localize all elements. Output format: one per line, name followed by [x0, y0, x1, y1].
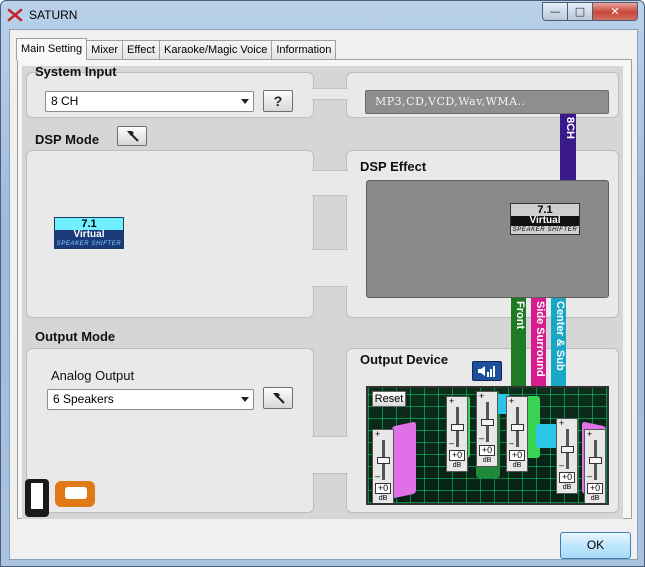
gain-unit: dB: [590, 495, 600, 502]
plus-label: +: [559, 418, 565, 428]
plus-label: +: [587, 429, 593, 439]
volume-slider[interactable]: + – +0 dB: [372, 429, 394, 503]
volume-slider[interactable]: + – +0 dB: [584, 429, 606, 503]
plus-label: +: [449, 396, 455, 406]
slider-thumb[interactable]: [451, 424, 464, 431]
volume-slider[interactable]: + – +0 dB: [446, 396, 468, 472]
dsp-mode-logo-button[interactable]: 7.1 Virtual SPEAKER SHIFTER: [54, 217, 124, 249]
minus-label: –: [449, 438, 455, 448]
connector: [312, 170, 348, 196]
speaker-front-left[interactable]: [392, 421, 416, 499]
help-label: ?: [273, 93, 283, 109]
gain-value: +0: [449, 450, 465, 461]
minus-label: –: [375, 471, 381, 481]
output-mode-select[interactable]: 6 Speakers: [47, 389, 254, 410]
window-controls: — □ ✕: [542, 2, 638, 21]
bar-center-sub: Center & Sub: [551, 298, 566, 386]
output-device-button[interactable]: [472, 361, 502, 381]
dsp-mode-settings-button[interactable]: [117, 126, 147, 146]
dsp-mode-title: DSP Mode: [35, 132, 100, 147]
hammer-icon: [127, 131, 139, 142]
system-input-value: 8 CH: [51, 94, 79, 108]
minus-label: –: [559, 460, 565, 470]
hammer-icon: [273, 393, 285, 404]
tab-information[interactable]: Information: [271, 40, 337, 60]
logo-line2: Virtual: [511, 216, 579, 226]
system-input-title: System Input: [35, 64, 117, 79]
plus-label: +: [479, 391, 485, 401]
minus-label: –: [479, 433, 485, 443]
slider-thumb[interactable]: [561, 446, 574, 453]
output-mode-title: Output Mode: [35, 329, 116, 344]
title-bar[interactable]: SATURN — □ ✕: [1, 1, 644, 29]
gain-unit: dB: [512, 462, 522, 469]
gain-unit: dB: [562, 484, 572, 491]
system-input-select[interactable]: 8 CH: [45, 91, 254, 112]
logo-line2: Virtual: [55, 230, 123, 240]
gain-unit: dB: [482, 457, 492, 464]
connector: [312, 436, 348, 474]
dsp-effect-screen: 7.1 Virtual SPEAKER SHIFTER: [366, 180, 609, 298]
plus-label: +: [509, 396, 515, 406]
close-button[interactable]: ✕: [593, 2, 638, 21]
plus-label: +: [375, 429, 381, 439]
input-sources-display: MP3,CD,VCD,Wav,WMA..: [365, 90, 609, 114]
minus-label: –: [509, 438, 515, 448]
connector: [312, 88, 348, 100]
slider-thumb[interactable]: [377, 457, 390, 464]
volume-slider[interactable]: + – +0 dB: [476, 391, 498, 467]
gain-value: +0: [559, 472, 575, 483]
slider-thumb[interactable]: [481, 419, 494, 426]
tab-main-setting[interactable]: Main Setting: [16, 38, 88, 60]
logo-line3: SPEAKER SHIFTER: [512, 227, 578, 233]
chevron-down-icon: [241, 397, 249, 402]
analog-output-label: Analog Output: [51, 368, 135, 383]
gain-value: +0: [479, 445, 495, 456]
output-device-title: Output Device: [360, 352, 449, 367]
bar-front: Front: [511, 298, 526, 386]
chevron-down-icon: [241, 99, 249, 104]
gain-value: +0: [509, 450, 525, 461]
slider-thumb[interactable]: [511, 424, 524, 431]
gain-value: +0: [587, 483, 603, 494]
volume-slider[interactable]: + – +0 dB: [556, 418, 578, 494]
minimize-button[interactable]: —: [542, 2, 568, 21]
connector: [312, 249, 348, 287]
output-mode-settings-button[interactable]: [263, 387, 293, 409]
maximize-button[interactable]: □: [568, 2, 593, 21]
window-title: SATURN: [29, 8, 78, 22]
gain-unit: dB: [452, 462, 462, 469]
help-button[interactable]: ?: [263, 90, 293, 112]
app-logo-icon: [7, 8, 23, 22]
output-mode-value: 6 Speakers: [53, 392, 114, 406]
tab-strip: Main Setting Mixer Effect Karaoke/Magic …: [16, 38, 337, 60]
bar-8ch: 8CH: [560, 114, 576, 180]
slider-thumb[interactable]: [589, 457, 602, 464]
speaker-volume-icon: [478, 366, 495, 377]
minus-label: –: [587, 471, 593, 481]
gain-unit: dB: [378, 495, 388, 502]
tab-effect[interactable]: Effect: [122, 40, 160, 60]
app-window: SATURN — □ ✕ Main Setting Mixer Effect K…: [0, 0, 645, 567]
reset-button[interactable]: Reset: [372, 391, 406, 407]
dsp-effect-logo: 7.1 Virtual SPEAKER SHIFTER: [510, 203, 580, 235]
gain-value: +0: [375, 483, 391, 494]
ok-button[interactable]: OK: [560, 532, 631, 559]
watermark-logo-icon: [25, 479, 95, 517]
logo-line3: SPEAKER SHIFTER: [55, 240, 123, 248]
speaker-layout-display: Reset + – +0 dB + – +0 dB + – +0 dB + – …: [366, 386, 609, 505]
bar-side-surround: Side Surround: [531, 298, 546, 386]
volume-slider[interactable]: + – +0 dB: [506, 396, 528, 472]
dsp-effect-title: DSP Effect: [360, 159, 427, 174]
tab-karaoke-magic-voice[interactable]: Karaoke/Magic Voice: [158, 40, 273, 60]
tab-mixer[interactable]: Mixer: [86, 40, 124, 60]
